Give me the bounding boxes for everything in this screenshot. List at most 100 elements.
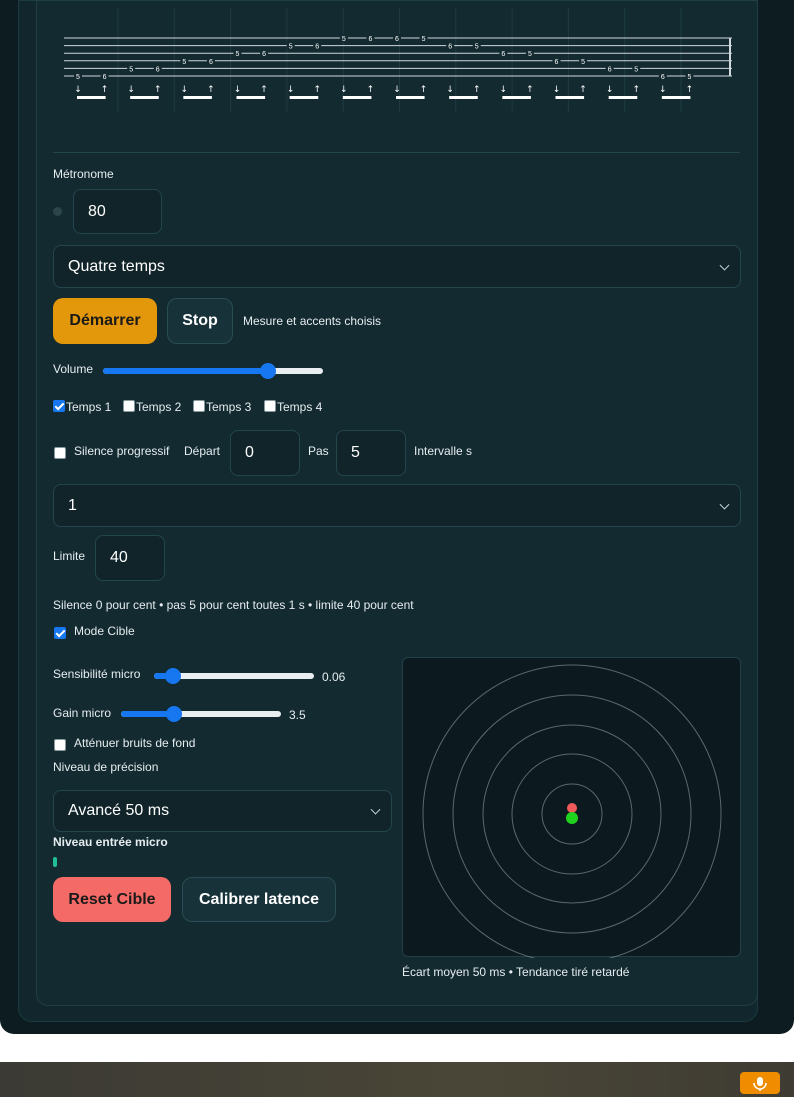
beat-1-checkbox[interactable] [53,400,65,412]
tab-note-fret: 6 [209,59,213,66]
tab-beam [77,96,106,99]
tab-stroke-arrow: ↓ [553,85,561,95]
calibrer-latence-button[interactable]: Calibrer latence [182,877,336,922]
gain-slider[interactable] [121,705,281,723]
target-marker-dot [567,803,577,813]
tab-stroke-arrow: ↑ [154,85,162,95]
mode-cible-label: Mode Cible [74,624,135,638]
chevron-down-icon [370,804,381,815]
microphone-icon [753,1077,767,1091]
tab-note-fret: 6 [555,59,559,66]
tab-note-fret: 5 [76,74,80,81]
volume-slider-thumb[interactable] [260,363,276,379]
section-divider [53,152,740,153]
tab-stroke-arrow: ↑ [101,85,109,95]
intervalle-select[interactable]: 1 [53,484,741,527]
attenuer-label: Atténuer bruits de fond [74,736,196,750]
tab-beam [183,96,212,99]
sensibilite-slider-thumb[interactable] [165,668,182,684]
metronome-title: Métronome [53,167,114,181]
beat-2-label: Temps 2 [136,400,182,414]
tab-stroke-arrow: ↑ [686,85,694,95]
attenuer-checkbox[interactable] [54,739,66,751]
depart-input[interactable]: 0 [230,430,300,476]
tab-stroke-arrow: ↑ [526,85,534,95]
beat-1-label: Temps 1 [66,400,112,414]
tab-stroke-arrow: ↓ [340,85,348,95]
tab-note-fret: 6 [315,44,319,51]
tab-note-fret: 6 [395,36,399,43]
silence-summary: Silence 0 pour cent • pas 5 pour cent to… [53,598,414,612]
status-text: Mesure et accents choisis [243,314,382,328]
gain-label: Gain micro [53,706,112,720]
tab-note-fret: 5 [182,59,186,66]
pas-input[interactable]: 5 [336,430,406,476]
tab-stroke-arrow: ↑ [260,85,268,95]
tab-stroke-arrow: ↓ [234,85,242,95]
target-svg [422,664,722,964]
beat-2-checkbox[interactable] [123,400,135,412]
limite-input[interactable]: 40 [95,535,165,581]
start-button[interactable]: Démarrer [53,298,157,344]
tab-stroke-arrow: ↓ [393,85,401,95]
niveau-precision-label: Niveau de précision [53,760,159,774]
chevron-down-icon [719,499,730,510]
tab-note-fret: 6 [448,44,452,51]
tab-stroke-arrow: ↑ [473,85,481,95]
tab-note-fret: 5 [422,36,426,43]
pas-label: Pas [308,444,329,458]
tab-stroke-arrow: ↓ [287,85,295,95]
beat-4-checkbox[interactable] [264,400,276,412]
precision-select[interactable]: Avancé 50 ms [53,790,392,832]
tab-note-fret: 6 [262,51,266,58]
tab-note-fret: 5 [289,44,293,51]
tab-beam [449,96,478,99]
tablature: 5 ↓ 6 ↑ 5 ↓ 6 ↑ 5 ↓ 6 ↑ 5 ↓ 6 ↑ 5 ↓ 6 ↑ 5 ↓ 6 ↑ 6 ↓ 5 ↑ 6 ↓ 5 ↑ 6 ↓ 5 ↑ 6 ↓ 5 ↑… [64,8,794,112]
mic-button[interactable] [740,1072,780,1094]
tab-note-fret: 6 [501,51,505,58]
beat-3-checkbox[interactable] [193,400,205,412]
tab-note-fret: 5 [634,66,638,73]
silence-checkbox[interactable] [54,447,66,459]
meter-select[interactable]: Quatre temps [53,245,741,288]
precision-select-value: Avancé 50 ms [68,802,170,819]
mode-cible-checkbox[interactable] [54,627,66,639]
target-display [402,657,741,964]
tab-stroke-arrow: ↓ [127,85,135,95]
tab-note-fret: 6 [103,74,107,81]
target-hit-dot [566,812,578,824]
tab-stroke-arrow: ↑ [632,85,640,95]
tab-note-fret: 5 [342,36,346,43]
gain-value: 3.5 [289,708,306,722]
tab-note-fret: 5 [236,51,240,58]
volume-slider[interactable] [103,362,323,380]
tab-beam [555,96,585,99]
volume-label: Volume [53,362,94,376]
stop-button[interactable]: Stop [167,298,233,344]
tab-note-fret: 6 [156,66,160,73]
sensibilite-label: Sensibilité micro [53,667,141,681]
beat-3-label: Temps 3 [206,400,252,414]
tab-stroke-arrow: ↑ [313,85,321,95]
tab-stroke-arrow: ↑ [579,85,587,95]
bpm-input[interactable]: 80 [73,189,162,234]
tab-stroke-arrow: ↓ [659,85,667,95]
tab-stroke-arrow: ↓ [606,85,614,95]
tab-beam [396,96,425,99]
meter-select-value: Quatre temps [68,257,165,275]
gain-slider-thumb[interactable] [165,706,182,722]
tab-beam [130,96,159,99]
reset-cible-button[interactable]: Reset Cible [53,877,171,922]
tab-beam [289,96,319,99]
tab-note-fret: 5 [475,44,479,51]
tab-note-fret: 5 [687,74,691,81]
sensibilite-value: 0.06 [322,670,346,684]
tab-note-fret: 6 [661,74,665,81]
sensibilite-slider[interactable] [154,667,314,685]
tab-stroke-arrow: ↓ [181,85,189,95]
mic-level-meter [53,857,57,867]
tab-beam [608,96,638,99]
tab-stroke-arrow: ↓ [74,85,82,95]
chevron-down-icon [719,260,730,271]
tab-note-fret: 5 [129,66,133,73]
